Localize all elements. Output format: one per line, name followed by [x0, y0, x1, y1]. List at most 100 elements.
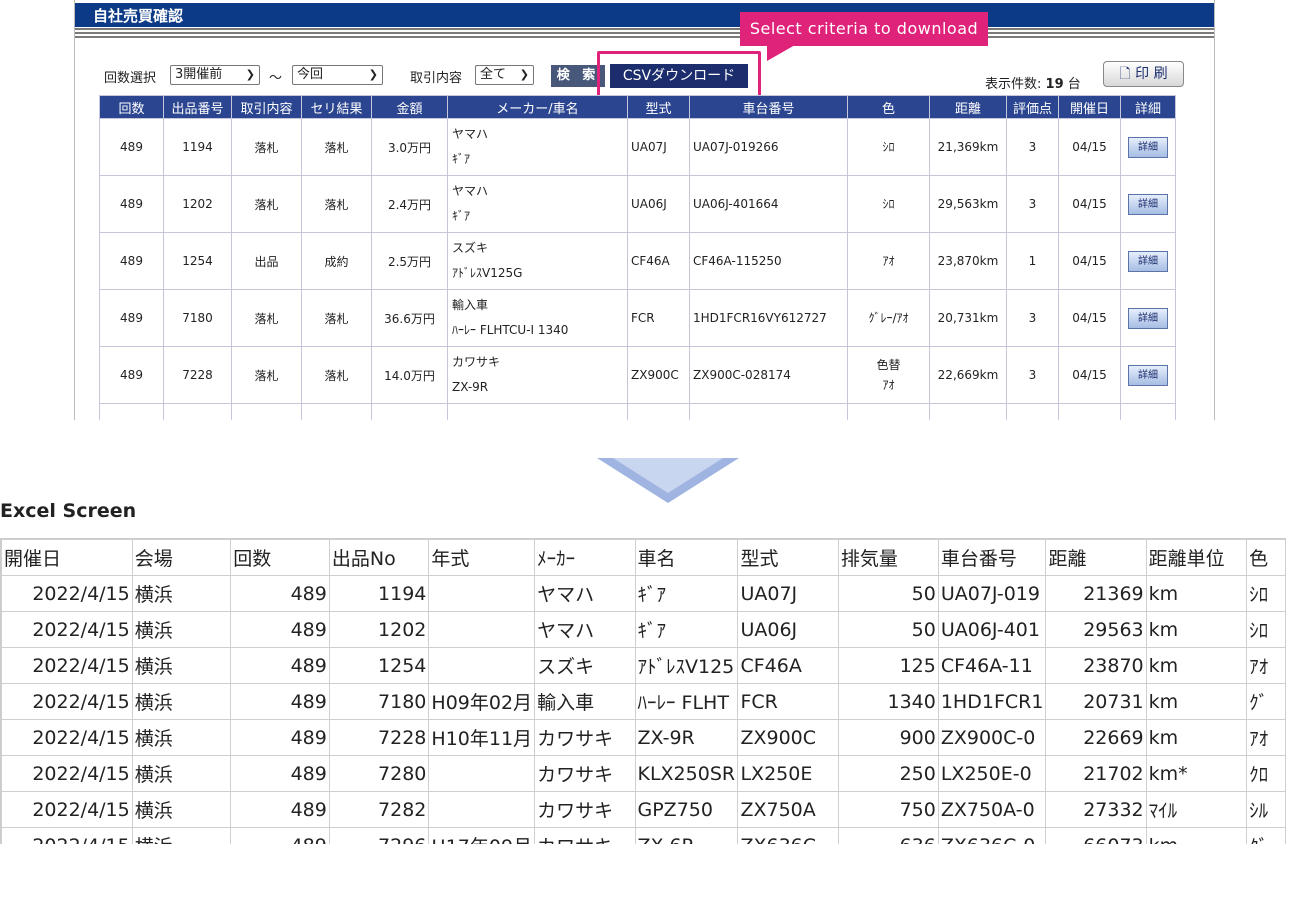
excel-cell[interactable]: カワサキ	[534, 791, 636, 828]
excel-cell[interactable]: km	[1145, 683, 1248, 720]
excel-cell[interactable]: 20731	[1045, 683, 1147, 720]
excel-cell[interactable]: 21369	[1045, 575, 1147, 612]
excel-cell[interactable]: カワサキ	[534, 755, 636, 792]
excel-cell[interactable]	[428, 575, 536, 612]
print-button[interactable]: 🗋 印 刷	[1103, 61, 1184, 87]
excel-column-header[interactable]: 色	[1246, 539, 1286, 576]
excel-cell[interactable]: 2022/4/15	[1, 755, 133, 792]
excel-cell[interactable]: ｸﾛ	[1246, 755, 1286, 792]
excel-cell[interactable]: ｼﾙ	[1246, 791, 1286, 828]
excel-cell[interactable]: ｷﾞｱ	[634, 575, 739, 612]
excel-cell[interactable]	[428, 791, 536, 828]
detail-button[interactable]: 詳細	[1128, 136, 1168, 158]
excel-cell[interactable]: 横浜	[131, 575, 232, 612]
excel-cell[interactable]: ｼﾛ	[1246, 575, 1286, 612]
excel-column-header[interactable]: 出品No	[328, 539, 430, 576]
excel-cell[interactable]: km	[1145, 647, 1248, 684]
excel-cell[interactable]: ｱｵ	[1246, 719, 1286, 756]
excel-cell[interactable]: 横浜	[131, 791, 232, 828]
excel-cell[interactable]: 489	[230, 683, 330, 720]
excel-cell[interactable]: ｱﾄﾞﾚｽV125	[634, 647, 739, 684]
excel-cell[interactable]: 489	[230, 611, 330, 648]
excel-cell[interactable]: km*	[1145, 755, 1248, 792]
excel-cell[interactable]	[428, 647, 536, 684]
excel-cell[interactable]: KLX250SR	[634, 755, 739, 792]
excel-cell[interactable]: UA07J-019	[937, 575, 1047, 612]
excel-cell[interactable]: ヤマハ	[534, 575, 636, 612]
excel-cell[interactable]: LX250E-0	[937, 755, 1047, 792]
excel-cell[interactable]: 2022/4/15	[1, 683, 133, 720]
detail-button[interactable]: 詳細	[1128, 307, 1168, 329]
excel-cell[interactable]: km	[1145, 719, 1248, 756]
excel-cell[interactable]: CF46A	[737, 647, 839, 684]
excel-cell[interactable]	[428, 755, 536, 792]
excel-column-header[interactable]: 年式	[428, 539, 536, 576]
excel-cell[interactable]: GPZ750	[634, 791, 739, 828]
excel-cell[interactable]: 7180	[328, 683, 430, 720]
excel-cell[interactable]: 489	[230, 575, 330, 612]
excel-cell[interactable]: ZX900C-0	[937, 719, 1047, 756]
excel-column-header[interactable]: 型式	[737, 539, 839, 576]
excel-cell[interactable]: 1194	[328, 575, 430, 612]
excel-cell[interactable]: 2022/4/15	[1, 827, 133, 844]
excel-cell[interactable]: ZX-6R	[634, 827, 739, 844]
excel-cell[interactable]: 250	[837, 755, 939, 792]
excel-column-header[interactable]: 距離	[1045, 539, 1147, 576]
excel-cell[interactable]: 50	[837, 611, 939, 648]
excel-cell[interactable]: スズキ	[534, 647, 636, 684]
excel-cell[interactable]: ZX750A-0	[937, 791, 1047, 828]
excel-cell[interactable]: UA07J	[737, 575, 839, 612]
detail-button[interactable]: 詳細	[1128, 364, 1168, 386]
excel-cell[interactable]: UA06J-401	[937, 611, 1047, 648]
excel-cell[interactable]: ｼﾛ	[1246, 611, 1286, 648]
excel-cell[interactable]: 横浜	[131, 755, 232, 792]
excel-cell[interactable]: ZX636C	[737, 827, 839, 844]
excel-cell[interactable]: 2022/4/15	[1, 575, 133, 612]
excel-cell[interactable]: 50	[837, 575, 939, 612]
excel-cell[interactable]: ZX900C	[737, 719, 839, 756]
excel-cell[interactable]: 22669	[1045, 719, 1147, 756]
excel-column-header[interactable]: 排気量	[837, 539, 939, 576]
excel-cell[interactable]: H17年09月	[428, 827, 536, 844]
excel-cell[interactable]: 2022/4/15	[1, 611, 133, 648]
excel-cell[interactable]: 2022/4/15	[1, 647, 133, 684]
excel-cell[interactable]: 489	[230, 647, 330, 684]
excel-cell[interactable]: 横浜	[131, 719, 232, 756]
excel-column-header[interactable]: 回数	[230, 539, 330, 576]
excel-cell[interactable]: 1HD1FCR1	[937, 683, 1047, 720]
round-to-select[interactable]: 今回 ❯	[292, 65, 383, 85]
excel-cell[interactable]: 横浜	[131, 647, 232, 684]
excel-column-header[interactable]: 開催日	[1, 539, 133, 576]
excel-cell[interactable]: 7228	[328, 719, 430, 756]
excel-cell[interactable]: カワサキ	[534, 827, 636, 844]
excel-cell[interactable]: 7282	[328, 791, 430, 828]
excel-cell[interactable]: ZX-9R	[634, 719, 739, 756]
excel-cell[interactable]: 750	[837, 791, 939, 828]
excel-cell[interactable]: ZX636C-0	[937, 827, 1047, 844]
excel-cell[interactable]: 27332	[1045, 791, 1147, 828]
excel-column-header[interactable]: 会場	[131, 539, 232, 576]
excel-cell[interactable]: ﾏｲﾙ	[1145, 791, 1248, 828]
excel-cell[interactable]: ｸﾞ	[1246, 683, 1286, 720]
excel-cell[interactable]: 横浜	[131, 827, 232, 844]
excel-cell[interactable]: LX250E	[737, 755, 839, 792]
excel-cell[interactable]: ﾊｰﾚｰ FLHT	[634, 683, 739, 720]
excel-cell[interactable]: 1254	[328, 647, 430, 684]
excel-cell[interactable]: FCR	[737, 683, 839, 720]
excel-cell[interactable]: ヤマハ	[534, 611, 636, 648]
excel-column-header[interactable]: ﾒｰｶｰ	[534, 539, 636, 576]
excel-cell[interactable]: 900	[837, 719, 939, 756]
excel-cell[interactable]: 2022/4/15	[1, 719, 133, 756]
excel-cell[interactable]	[428, 611, 536, 648]
excel-cell[interactable]: UA06J	[737, 611, 839, 648]
excel-cell[interactable]: 489	[230, 719, 330, 756]
excel-cell[interactable]: 23870	[1045, 647, 1147, 684]
excel-cell[interactable]: 21702	[1045, 755, 1147, 792]
excel-cell[interactable]: km	[1145, 611, 1248, 648]
excel-cell[interactable]: 66073	[1045, 827, 1147, 844]
excel-cell[interactable]: km	[1145, 827, 1248, 844]
excel-cell[interactable]: 636	[837, 827, 939, 844]
excel-cell[interactable]: ｸﾞ	[1246, 827, 1286, 844]
excel-cell[interactable]: 7280	[328, 755, 430, 792]
excel-cell[interactable]: 2022/4/15	[1, 791, 133, 828]
